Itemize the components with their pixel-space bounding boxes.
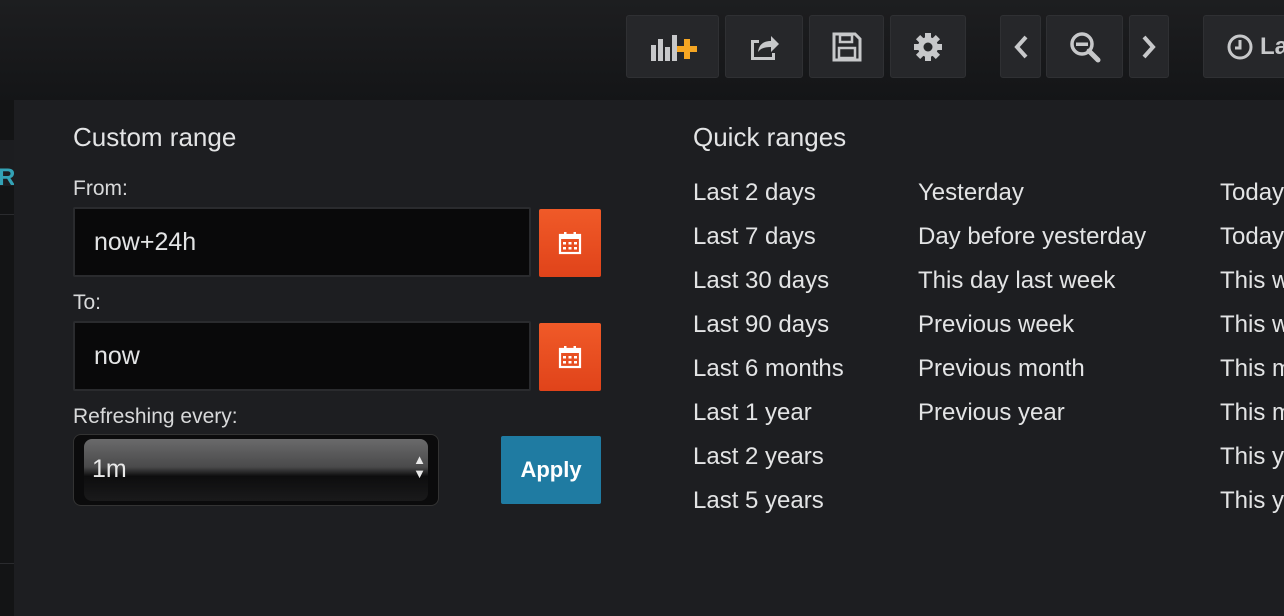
refresh-label: Refreshing every:	[73, 405, 238, 428]
quick-range-item[interactable]: Last 2 days	[693, 176, 844, 220]
quick-ranges-title: Quick ranges	[693, 122, 847, 152]
to-label: To:	[73, 291, 102, 314]
chevron-left-icon	[1013, 35, 1027, 58]
quick-range-item[interactable]: Previous month	[918, 352, 1146, 396]
refresh-interval-value: 1m	[92, 455, 127, 483]
refresh-interval-select[interactable]: 1m ▲ ▼	[73, 434, 439, 506]
custom-range-title: Custom range	[73, 122, 237, 152]
quick-range-item[interactable]: This y	[1220, 484, 1284, 528]
quick-range-item[interactable]: Last 30 days	[693, 264, 844, 308]
apply-button[interactable]: Apply	[501, 436, 601, 504]
calendar-icon	[558, 232, 582, 255]
zoom-out-icon	[1069, 31, 1100, 62]
quick-range-item[interactable]: Previous year	[918, 396, 1146, 440]
quick-range-item[interactable]: This w	[1220, 264, 1284, 308]
quick-range-item[interactable]: Day before yesterday	[918, 220, 1146, 264]
clock-icon	[1227, 34, 1253, 59]
quick-range-item[interactable]: This day last week	[918, 264, 1146, 308]
from-input-value: now+24h	[94, 227, 197, 256]
background-row-label: Re	[0, 164, 14, 186]
settings-button[interactable]	[890, 15, 966, 78]
quick-range-item[interactable]: Previous week	[918, 308, 1146, 352]
save-dashboard-button[interactable]	[809, 15, 884, 78]
divider	[0, 214, 14, 215]
bar-chart-add-icon	[650, 34, 697, 61]
from-label: From:	[73, 177, 128, 200]
quick-range-item[interactable]: Last 90 days	[693, 308, 844, 352]
quick-range-item[interactable]: This m	[1220, 352, 1284, 396]
chevron-right-icon	[1142, 35, 1156, 58]
quick-range-item[interactable]: Last 2 years	[693, 440, 844, 484]
time-shift-forward-button[interactable]	[1129, 15, 1169, 78]
zoom-out-button[interactable]	[1046, 15, 1123, 78]
quick-range-item[interactable]: Yesterday	[918, 176, 1146, 220]
select-arrows-icon: ▲ ▼	[413, 452, 426, 481]
background-row-tab: Re	[0, 140, 14, 186]
to-input[interactable]: now	[73, 321, 531, 391]
from-calendar-button[interactable]	[539, 209, 601, 277]
divider	[0, 563, 14, 564]
to-calendar-button[interactable]	[539, 323, 601, 391]
from-input[interactable]: now+24h	[73, 207, 531, 277]
quick-range-item[interactable]: Today	[1220, 220, 1284, 264]
quick-range-item[interactable]: This w	[1220, 308, 1284, 352]
save-icon	[832, 32, 861, 61]
quick-range-item[interactable]: Last 6 months	[693, 352, 844, 396]
share-button[interactable]	[725, 15, 803, 78]
quick-range-item[interactable]: Last 1 year	[693, 396, 844, 440]
share-icon	[751, 35, 779, 60]
to-input-value: now	[94, 341, 140, 370]
quick-range-item[interactable]: This m	[1220, 396, 1284, 440]
calendar-icon	[558, 346, 582, 369]
quick-range-item[interactable]: Last 7 days	[693, 220, 844, 264]
top-navbar: La	[0, 0, 1284, 100]
quick-range-item[interactable]: Last 5 years	[693, 484, 844, 528]
time-shift-back-button[interactable]	[1000, 15, 1041, 78]
quick-range-item[interactable]: This y	[1220, 440, 1284, 484]
quick-ranges-column-1: Last 2 days Last 7 days Last 30 days Las…	[693, 176, 844, 528]
quick-ranges-column-3: Today Today This w This w This m This m …	[1220, 176, 1284, 528]
quick-range-item[interactable]: Today	[1220, 176, 1284, 220]
time-picker-label: La	[1260, 32, 1284, 60]
add-panel-button[interactable]	[626, 15, 719, 78]
time-picker-button[interactable]: La	[1203, 15, 1284, 78]
select-gloss	[84, 439, 428, 501]
gear-icon	[914, 32, 942, 61]
quick-ranges-column-2: Yesterday Day before yesterday This day …	[918, 176, 1146, 440]
